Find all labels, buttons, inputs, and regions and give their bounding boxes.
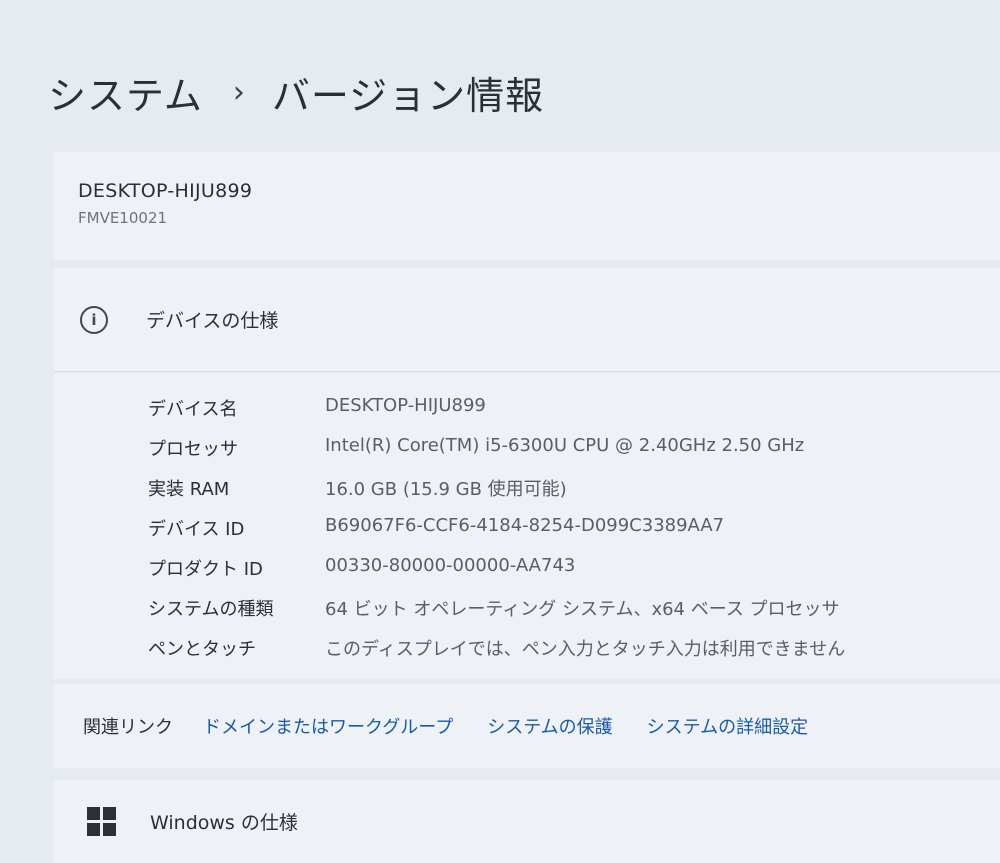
spec-value: 00330-80000-00000-AA743 [325, 555, 576, 576]
page-title: バージョン情報 [271, 73, 545, 118]
spec-row: デバイス ID B69067F6-CCF6-4184-8254-D099C338… [54, 507, 1000, 547]
related-links: 関連リンク ドメインまたはワークグループ システムの保護 システムの詳細設定 [54, 684, 1000, 768]
device-specs-body: デバイス名 DESKTOP-HIJU899 プロセッサ Intel(R) Cor… [54, 373, 1000, 679]
breadcrumb-parent[interactable]: システム [48, 65, 203, 120]
breadcrumb-separator-icon: › [232, 74, 246, 110]
system-protection-link[interactable]: システムの保護 [487, 713, 612, 739]
spec-label: プロセッサ [148, 439, 238, 460]
spec-label: システムの種類 [148, 599, 274, 620]
spec-value: 16.0 GB (15.9 GB 使用可能) [325, 479, 567, 500]
windows-logo-icon [87, 807, 116, 836]
spec-label: デバイス ID [148, 519, 245, 540]
spec-label: デバイス名 [148, 399, 238, 420]
spec-row: デバイス名 DESKTOP-HIJU899 [54, 387, 1000, 427]
device-name-card: DESKTOP-HIJU899 FMVE10021 [54, 152, 1000, 260]
advanced-system-settings-link[interactable]: システムの詳細設定 [647, 713, 808, 739]
spec-row: システムの種類 64 ビット オペレーティング システム、x64 ベース プロセ… [54, 587, 1000, 627]
spec-label: 実装 RAM [148, 479, 230, 500]
windows-specs-header[interactable]: Windows の仕様 [54, 780, 1000, 863]
breadcrumb: システム › バージョン情報 [48, 62, 544, 122]
spec-row: 実装 RAM 16.0 GB (15.9 GB 使用可能) [54, 467, 1000, 507]
spec-row: プロダクト ID 00330-80000-00000-AA743 [54, 547, 1000, 587]
related-links-heading: 関連リンク [83, 717, 173, 738]
spec-value: B69067F6-CCF6-4184-8254-D099C3389AA7 [325, 515, 725, 536]
spec-label: ペンとタッチ [148, 639, 256, 660]
device-model: FMVE10021 [78, 209, 168, 227]
spec-row: ペンとタッチ このディスプレイでは、ペン入力とタッチ入力は利用できません [54, 627, 1000, 667]
device-name: DESKTOP-HIJU899 [78, 180, 253, 202]
device-specs-header[interactable]: i デバイスの仕様 [54, 268, 1000, 372]
domain-workgroup-link[interactable]: ドメインまたはワークグループ [203, 713, 453, 739]
spec-value: 64 ビット オペレーティング システム、x64 ベース プロセッサ [325, 599, 840, 620]
info-icon: i [80, 305, 108, 334]
windows-specs-title: Windows の仕様 [150, 812, 298, 834]
spec-value: Intel(R) Core(TM) i5-6300U CPU @ 2.40GHz… [325, 435, 805, 456]
spec-value: DESKTOP-HIJU899 [325, 395, 486, 416]
spec-value: このディスプレイでは、ペン入力とタッチ入力は利用できません [325, 639, 846, 660]
device-specs-title: デバイスの仕様 [146, 310, 279, 332]
spec-label: プロダクト ID [148, 559, 263, 580]
spec-row: プロセッサ Intel(R) Core(TM) i5-6300U CPU @ 2… [54, 427, 1000, 467]
